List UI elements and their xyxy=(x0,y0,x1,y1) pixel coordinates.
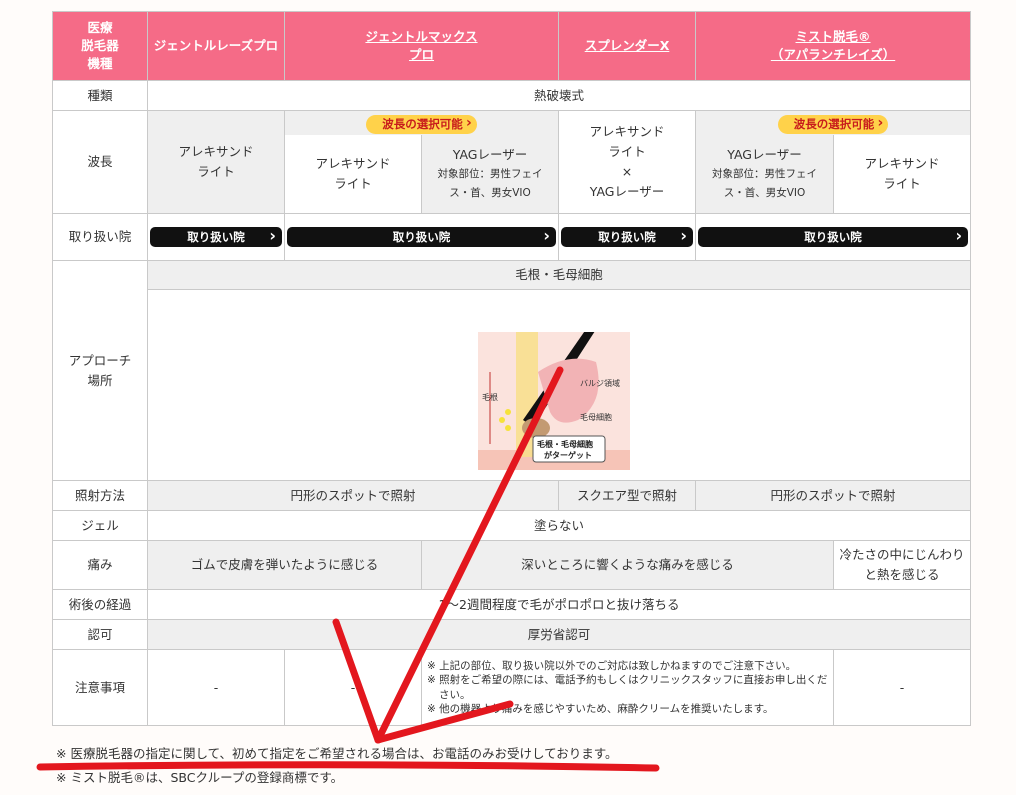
pain-a: ゴムで皮膚を弾いたように感じる xyxy=(147,540,422,590)
approach-value: 毛根・毛母細胞 xyxy=(148,261,970,290)
method-b: スクエア型で照射 xyxy=(558,480,697,511)
caution-dash-2: - xyxy=(284,649,422,726)
row-label-after: 術後の経過 xyxy=(52,589,148,620)
svg-text:毛根: 毛根 xyxy=(482,392,498,402)
header-corner: 医療 脱毛器 機種 xyxy=(52,11,148,81)
header-splendor-x[interactable]: スプレンダーX xyxy=(558,11,697,81)
method-c: 円形のスポットで照射 xyxy=(695,480,972,511)
comparison-table-wrap: 医療 脱毛器 機種 ジェントルレーズプロ ジェントルマックス プロ スプレンダーX… xyxy=(52,11,972,726)
row-label-approach: アプローチ 場所 xyxy=(52,260,148,481)
svg-text:バルジ領域: バルジ領域 xyxy=(580,378,620,388)
header-gentlelase-pro: ジェントルレーズプロ xyxy=(147,11,285,81)
kind-value: 熱破壊式 xyxy=(146,80,972,111)
row-label-pain: 痛み xyxy=(52,540,148,590)
splendor-x-link[interactable]: スプレンダーX xyxy=(585,38,670,53)
underline-stroke xyxy=(36,761,660,772)
svg-text:がターゲット: がターゲット xyxy=(544,450,592,460)
approach-cell: 毛根・毛母細胞 毛根 バルジ領域 毛母細胞 毛根・毛母細胞 がターゲット xyxy=(146,260,972,481)
after-value: 1〜2週間程度で毛がポロポロと抜け落ちる xyxy=(146,589,972,620)
clinic-cell-3: 取り扱い院 xyxy=(558,213,697,261)
gentlemax-pro-link[interactable]: ジェントルマックス プロ xyxy=(365,29,477,62)
row-label-method: 照射方法 xyxy=(52,480,148,511)
row-label-caution: 注意事項 xyxy=(52,649,148,726)
clinic-cell-1: 取り扱い院 xyxy=(147,213,285,261)
gel-value: 塗らない xyxy=(146,510,972,541)
caution-dash-3: - xyxy=(833,649,972,726)
row-label-kind: 種類 xyxy=(52,80,148,111)
clinic-button-3[interactable]: 取り扱い院 xyxy=(561,226,694,247)
wave-select-pill-1[interactable]: 波長の選択可能 xyxy=(366,114,477,134)
mist-link[interactable]: ミスト脱毛® （アパランチレイズ） xyxy=(771,29,895,62)
wave-select-pill-2[interactable]: 波長の選択可能 xyxy=(777,114,889,134)
wave-gentlemax: 波長の選択可能 アレキサンドライト YAGレーザー 対象部位：男性フェイ ス・首… xyxy=(283,110,560,214)
footnote-2: ※ ミスト脱毛®は、SBCクループの登録商標です。 xyxy=(56,770,344,785)
header-gentlemax-pro[interactable]: ジェントルマックス プロ xyxy=(283,11,560,81)
clinic-cell-4: 取り扱い院 xyxy=(695,213,972,261)
wave-mist: 波長の選択可能 YAGレーザー 対象部位：男性フェイ ス・首、男女VIO アレキ… xyxy=(695,110,972,214)
cert-value: 厚労省認可 xyxy=(146,619,972,650)
caution-notes: ※ 上記の部位、取り扱い院以外でのご対応は致しかねますのでご注意下さい。 ※ 照… xyxy=(420,649,835,726)
pain-b: 深いところに響くような痛みを感じる xyxy=(420,540,835,590)
svg-text:毛根・毛母細胞: 毛根・毛母細胞 xyxy=(537,439,593,449)
row-label-gel: ジェル xyxy=(52,510,148,541)
row-label-cert: 認可 xyxy=(52,619,148,650)
wave-splendor: アレキサンド ライト × YAGレーザー xyxy=(558,110,697,214)
footnote-1: ※ 医療脱毛器の指定に関して、初めて指定をご希望される場合は、お電話のみお受けし… xyxy=(56,746,618,761)
device-comparison-table: 医療 脱毛器 機種 ジェントルレーズプロ ジェントルマックス プロ スプレンダーX… xyxy=(52,11,972,726)
clinic-cell-2: 取り扱い院 xyxy=(283,213,560,261)
caution-dash-1: - xyxy=(147,649,285,726)
clinic-button-2[interactable]: 取り扱い院 xyxy=(287,226,557,247)
hair-root-illustration: 毛根 バルジ領域 毛母細胞 毛根・毛母細胞 がターゲット xyxy=(478,332,630,470)
svg-text:毛母細胞: 毛母細胞 xyxy=(580,412,612,422)
pain-c: 冷たさの中にじんわり と熱を感じる xyxy=(833,540,972,590)
wave-gentlelase: アレキサンド ライト xyxy=(147,110,285,214)
row-label-clinic: 取り扱い院 xyxy=(52,213,148,261)
row-label-wave: 波長 xyxy=(52,110,148,214)
clinic-button-1[interactable]: 取り扱い院 xyxy=(150,226,282,247)
header-mist[interactable]: ミスト脱毛® （アパランチレイズ） xyxy=(695,11,972,81)
method-a: 円形のスポットで照射 xyxy=(146,480,560,511)
clinic-button-4[interactable]: 取り扱い院 xyxy=(698,226,969,247)
